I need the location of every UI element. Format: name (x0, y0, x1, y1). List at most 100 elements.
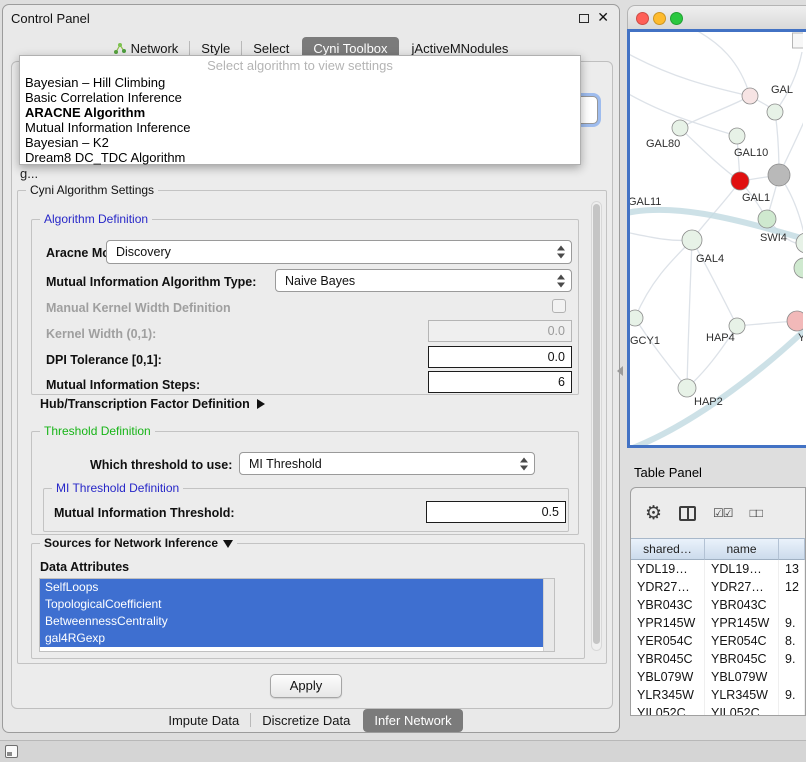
manual-kernel-width-checkbox[interactable] (552, 299, 566, 313)
mac-close-button[interactable] (636, 12, 649, 25)
table-cell: YER054C (705, 632, 779, 650)
network-graph: GAL GAL80 GAL10 GAL11 GAL1 SWI4 GAL4 GCY… (630, 32, 803, 445)
tab-jactivemodules-label: jActiveMNodules (412, 41, 509, 56)
table-row[interactable]: YER054CYER054C8. (631, 632, 805, 650)
table-row[interactable]: YLR345WYLR345W9. (631, 686, 805, 704)
dropdown-item[interactable]: Basic Correlation Inference (20, 90, 580, 105)
network-window-titlebar[interactable] (627, 5, 806, 29)
table-cell: YBL079W (705, 668, 779, 686)
mi-steps-field[interactable]: 6 (428, 371, 572, 393)
deselect-all-icon[interactable]: □□ (750, 506, 763, 520)
dropdown-item[interactable]: Bayesian – Hill Climbing (20, 75, 580, 90)
node-label: GAL (771, 84, 793, 96)
settings-scrollbar[interactable] (591, 201, 602, 651)
tab-infer-network[interactable]: Infer Network (363, 709, 462, 732)
tab-discretize-data[interactable]: Discretize Data (251, 709, 361, 732)
network-node[interactable] (682, 230, 702, 250)
node-label: GAL10 (734, 147, 768, 159)
network-node-selected[interactable] (731, 172, 749, 190)
aracne-mode-value: Discovery (116, 245, 171, 259)
network-node[interactable] (787, 311, 803, 331)
list-scrollbar[interactable] (543, 579, 554, 651)
mi-threshold-label: Mutual Information Threshold: (54, 506, 235, 520)
table-body: YDL19…YDL19…13 YDR27…YDR27…12 YBR043CYBR… (631, 560, 805, 715)
mi-algorithm-type-value: Naive Bayes (285, 274, 355, 288)
mi-threshold-field[interactable]: 0.5 (426, 501, 566, 523)
mi-algorithm-type-select[interactable]: Naive Bayes (275, 269, 572, 292)
table-cell (779, 668, 805, 686)
network-edge (635, 318, 687, 388)
table-row[interactable]: YPR145WYPR145W9. (631, 614, 805, 632)
network-node[interactable] (672, 120, 688, 136)
dpi-tolerance-field[interactable]: 0.0 (428, 346, 572, 368)
table-row[interactable]: YIL052CYIL052C (631, 704, 805, 715)
tab-discretize-data-label: Discretize Data (262, 713, 350, 728)
table-row[interactable]: YDR27…YDR27…12 (631, 578, 805, 596)
table-cell: YDL19… (631, 560, 705, 578)
data-attributes-label: Data Attributes (40, 560, 129, 574)
tab-impute-data[interactable]: Impute Data (157, 709, 250, 732)
cyni-algorithm-settings-title: Cyni Algorithm Settings (26, 183, 158, 198)
dropdown-item-selected[interactable]: ARACNE Algorithm (20, 105, 580, 120)
dropdown-item[interactable]: Bayesian – K2 (20, 135, 580, 150)
gear-icon[interactable]: ⚙ (645, 504, 662, 523)
network-node[interactable] (768, 164, 790, 186)
hub-tf-definition-section[interactable]: Hub/Transcription Factor Definition (40, 397, 265, 411)
network-canvas[interactable]: GAL GAL80 GAL10 GAL11 GAL1 SWI4 GAL4 GCY… (627, 29, 806, 448)
node-label: GAL4 (696, 253, 724, 265)
which-threshold-select[interactable]: MI Threshold (239, 452, 535, 475)
node-label: GAL80 (646, 138, 680, 150)
mac-minimize-button[interactable] (653, 12, 666, 25)
table-header-row: shared… name (631, 538, 805, 560)
node-label: HAP4 (706, 332, 735, 344)
column-header[interactable]: name (705, 538, 779, 560)
network-node[interactable] (630, 310, 643, 326)
network-edge (775, 52, 802, 112)
columns-icon[interactable] (679, 506, 696, 521)
scrollbar-thumb[interactable] (593, 204, 600, 644)
close-icon[interactable]: ✕ (597, 9, 609, 26)
aracne-mode-select[interactable]: Discovery (106, 240, 572, 264)
table-cell: 9. (779, 686, 805, 704)
panel-toggle-icon[interactable] (5, 745, 18, 758)
network-node[interactable] (729, 128, 745, 144)
threshold-definition-title: Threshold Definition (40, 424, 155, 439)
table-cell: YLR345W (705, 686, 779, 704)
network-scrollbar-fragment[interactable] (793, 33, 804, 48)
list-item[interactable]: BetweennessCentrality (40, 613, 543, 630)
list-item[interactable]: gal4RGexp (40, 630, 543, 647)
dropdown-placeholder: Select algorithm to view settings (20, 56, 580, 75)
hub-tf-definition-label: Hub/Transcription Factor Definition (40, 397, 250, 411)
application-root: Control Panel ✕ Network Style Select Cyn… (0, 0, 806, 762)
dropdown-item[interactable]: Mutual Information Inference (20, 120, 580, 135)
manual-kernel-width-label: Manual Kernel Width Definition (46, 301, 231, 315)
network-node[interactable] (678, 379, 696, 397)
column-header[interactable] (779, 538, 805, 560)
select-all-icon[interactable]: ☑☑ (713, 506, 733, 520)
float-window-icon[interactable] (579, 14, 589, 23)
table-row[interactable]: YBR045CYBR045C9. (631, 650, 805, 668)
network-node[interactable] (767, 104, 783, 120)
mi-steps-label: Mutual Information Steps: (46, 378, 200, 392)
table-cell: 13 (779, 560, 805, 578)
column-header[interactable]: shared… (631, 538, 705, 560)
table-row[interactable]: YBL079WYBL079W (631, 668, 805, 686)
network-node[interactable] (758, 210, 776, 228)
list-item[interactable]: TopologicalCoefficient (40, 596, 543, 613)
network-node[interactable] (742, 88, 758, 104)
tab-style-label: Style (201, 41, 230, 56)
collapse-arrow-icon[interactable] (223, 540, 233, 548)
sources-title[interactable]: Sources for Network Inference (40, 536, 237, 551)
table-cell: YIL052C (631, 704, 705, 715)
splitter-collapse-handle[interactable] (617, 366, 623, 376)
expand-arrow-icon[interactable] (257, 399, 265, 409)
table-row[interactable]: YBR043CYBR043C (631, 596, 805, 614)
apply-button[interactable]: Apply (270, 674, 342, 698)
mac-zoom-button[interactable] (670, 12, 683, 25)
dropdown-item[interactable]: Dream8 DC_TDC Algorithm (20, 150, 580, 165)
control-panel-window: Control Panel ✕ Network Style Select Cyn… (2, 4, 620, 733)
list-item[interactable]: SelfLoops (40, 579, 543, 596)
table-row[interactable]: YDL19…YDL19…13 (631, 560, 805, 578)
network-node[interactable] (794, 258, 803, 278)
kernel-width-field[interactable]: 0.0 (428, 320, 572, 342)
